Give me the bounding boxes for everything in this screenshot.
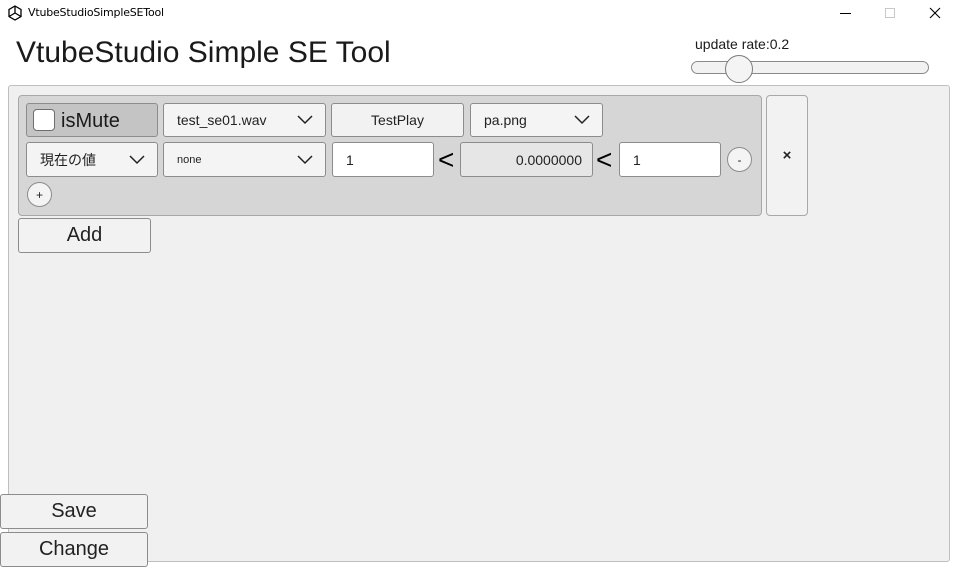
add-condition-button[interactable]: +: [27, 182, 52, 207]
sound-file-value: test_se01.wav: [177, 112, 267, 128]
maximize-icon: [885, 8, 895, 18]
less-than-symbol: <: [596, 144, 613, 175]
test-play-button[interactable]: TestPlay: [331, 103, 464, 137]
page-title: VtubeStudio Simple SE Tool: [16, 36, 391, 69]
close-window-button[interactable]: [912, 0, 957, 26]
min-value: 1: [346, 151, 354, 168]
slider-thumb[interactable]: [725, 55, 754, 83]
remove-entry-button[interactable]: ×: [766, 95, 808, 216]
close-icon: ×: [782, 147, 792, 164]
current-value-field: 0.0000000: [460, 142, 593, 177]
less-than-symbol: <: [438, 144, 455, 175]
current-value: 0.0000000: [515, 151, 582, 168]
image-file-dropdown[interactable]: pa.png: [470, 103, 603, 137]
plus-icon: +: [35, 187, 43, 202]
chevron-down-icon: [574, 115, 590, 125]
chevron-down-icon: [129, 154, 145, 164]
update-rate-label: update rate:0.2: [695, 36, 790, 52]
save-button[interactable]: Save: [0, 494, 148, 529]
update-rate-slider[interactable]: [691, 55, 929, 83]
add-entry-button[interactable]: Add: [18, 218, 151, 253]
chevron-down-icon: [297, 154, 313, 164]
condition-mode-value: 現在の値: [40, 151, 96, 168]
window-titlebar: VtubeStudioSimpleSETool: [0, 0, 957, 26]
mute-label: isMute: [61, 110, 120, 132]
mute-checkbox[interactable]: [33, 109, 55, 131]
remove-condition-button[interactable]: -: [727, 147, 752, 172]
unity-logo-icon: [8, 5, 22, 21]
chevron-down-icon: [297, 115, 313, 125]
close-icon: [929, 7, 941, 19]
save-label: Save: [51, 500, 97, 522]
min-value-input[interactable]: 1: [332, 142, 434, 177]
minimize-icon: [839, 12, 851, 14]
parameter-value: none: [177, 153, 202, 166]
image-file-value: pa.png: [484, 112, 527, 128]
test-play-label: TestPlay: [371, 112, 424, 128]
mute-toggle[interactable]: isMute: [26, 103, 158, 137]
change-label: Change: [38, 538, 110, 560]
max-value: 1: [633, 151, 641, 168]
sound-file-dropdown[interactable]: test_se01.wav: [163, 103, 326, 137]
minimize-button[interactable]: [822, 0, 868, 26]
condition-mode-dropdown[interactable]: 現在の値: [26, 142, 158, 177]
change-button[interactable]: Change: [0, 532, 148, 567]
max-value-input[interactable]: 1: [619, 142, 721, 177]
minus-icon: -: [737, 152, 742, 167]
parameter-dropdown[interactable]: none: [163, 142, 326, 177]
maximize-button[interactable]: [867, 0, 913, 26]
window-title: VtubeStudioSimpleSETool: [28, 6, 164, 19]
add-entry-label: Add: [66, 224, 103, 246]
